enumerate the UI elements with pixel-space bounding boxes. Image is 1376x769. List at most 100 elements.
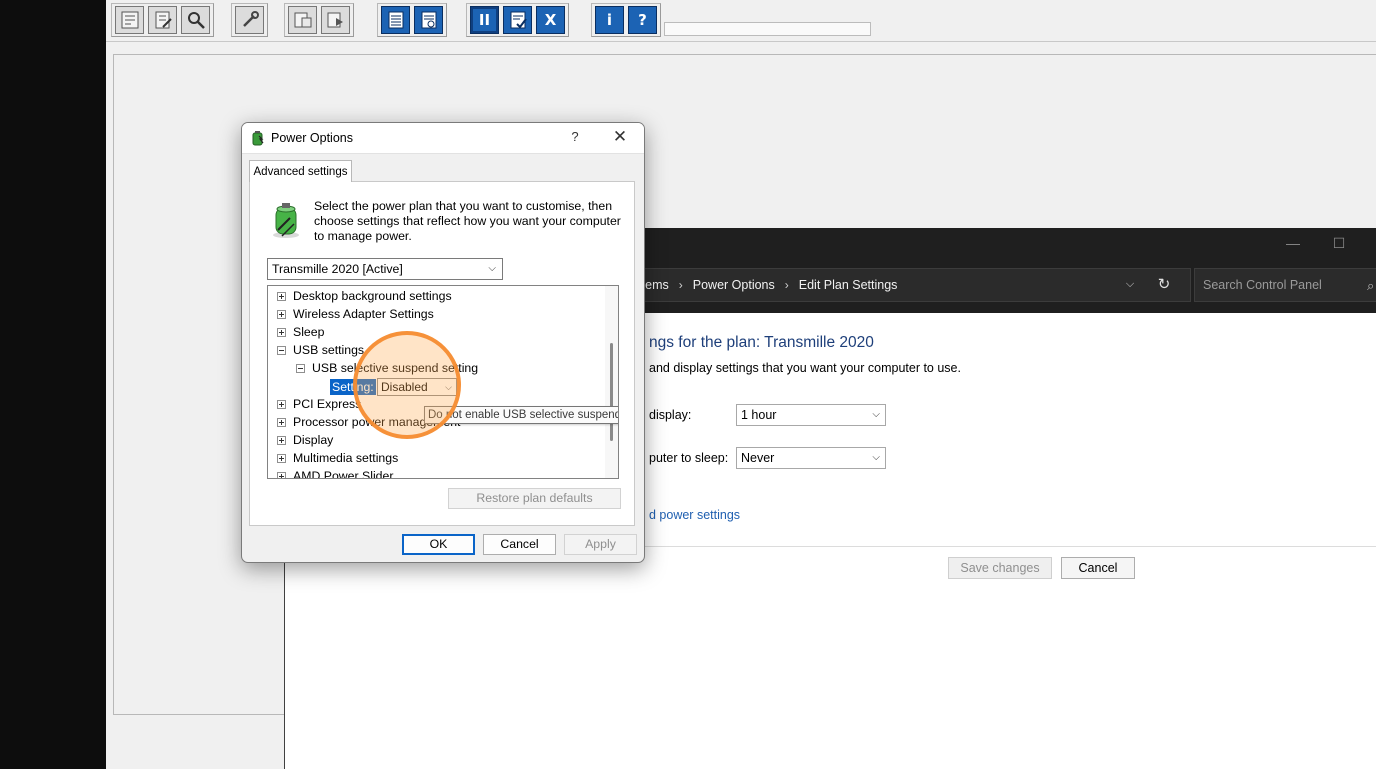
tree-item-label: Desktop background settings: [293, 289, 452, 303]
toolbar-group-help: i ?: [591, 3, 661, 37]
help-icon[interactable]: ?: [565, 129, 585, 144]
sleep-value: Never: [741, 451, 775, 465]
breadcrumb-chevron-icon: ›: [784, 278, 789, 292]
tree-scrollbar[interactable]: [605, 286, 618, 478]
settings-list-icon: [421, 11, 436, 29]
tab-advanced-settings[interactable]: Advanced settings: [249, 160, 352, 182]
tree-item-label: PCI Express: [293, 397, 362, 411]
tree-item-amd-power-slider[interactable]: AMD Power Slider: [268, 467, 598, 479]
tree-item-label: Multimedia settings: [293, 451, 399, 465]
sleep-label: puter to sleep:: [649, 451, 729, 465]
toolbar-group-run: II X: [466, 3, 569, 37]
search-button[interactable]: [181, 6, 210, 34]
help-icon: ?: [638, 11, 647, 29]
magnifier-icon: [187, 12, 205, 29]
close-x-icon: X: [544, 11, 557, 29]
export-button[interactable]: [288, 6, 317, 34]
list-icon: [388, 11, 403, 29]
chevron-down-icon[interactable]: ⌵: [1119, 278, 1141, 291]
info-icon: i: [606, 11, 613, 29]
plan-heading: ngs for the plan: Transmille 2020: [649, 334, 874, 351]
pause-button[interactable]: II: [470, 6, 499, 34]
toolbar-group-export: [284, 3, 354, 37]
battery-icon: [273, 203, 299, 238]
sleep-select[interactable]: Never ⌵: [736, 447, 886, 469]
tools-button[interactable]: [235, 6, 264, 34]
expand-plus-icon[interactable]: [277, 310, 286, 319]
tree-item-wireless-adapter[interactable]: Wireless Adapter Settings: [268, 305, 598, 323]
report-icon: [121, 11, 138, 29]
edit-report-button[interactable]: [148, 6, 177, 34]
expand-plus-icon[interactable]: [277, 454, 286, 463]
turn-off-display-label: display:: [649, 408, 692, 422]
wrench-icon: [242, 11, 259, 27]
expand-plus-icon[interactable]: [277, 400, 286, 409]
breadcrumb-edit-plan-settings[interactable]: Edit Plan Settings: [799, 278, 898, 292]
dialog-title: Power Options: [271, 131, 353, 145]
power-options-dialog: Power Options ? ✕ Advanced settings Sele…: [241, 122, 645, 563]
help-button[interactable]: ?: [628, 6, 657, 34]
refresh-icon[interactable]: ↻: [1153, 276, 1175, 294]
minimize-icon[interactable]: —: [1281, 232, 1305, 254]
turn-off-display-select[interactable]: 1 hour ⌵: [736, 404, 886, 426]
toolbar-group-tools: [231, 3, 268, 37]
collapse-minus-icon[interactable]: [296, 364, 305, 373]
toolbar-group-reports: [111, 3, 214, 37]
edit-report-icon: [155, 11, 172, 29]
search-control-panel-input[interactable]: [1194, 268, 1376, 302]
dialog-titlebar: Power Options ? ✕: [242, 123, 644, 154]
apply-button[interactable]: Apply: [564, 534, 637, 555]
plan-subtext: and display settings that you want your …: [649, 361, 961, 375]
breadcrumb-power-options[interactable]: Power Options: [693, 278, 775, 292]
address-bar[interactable]: el Items › Power Options › Edit Plan Set…: [625, 268, 1191, 302]
tree-item-desktop-background[interactable]: Desktop background settings: [268, 287, 598, 305]
power-options-icon: [252, 131, 264, 146]
toolbar-progress-field: [664, 22, 871, 36]
export-icon: [294, 12, 311, 28]
tree-item-display[interactable]: Display: [268, 431, 598, 449]
expand-plus-icon[interactable]: [277, 436, 286, 445]
maximize-icon[interactable]: ☐: [1327, 232, 1351, 254]
tree-scrollbar-thumb[interactable]: [610, 343, 613, 441]
chevron-down-icon: ⌵: [872, 409, 880, 420]
power-plan-value: Transmille 2020 [Active]: [272, 262, 403, 276]
chevron-down-icon: ⌵: [488, 263, 496, 274]
tree-item-label: Sleep: [293, 325, 325, 339]
expand-plus-icon[interactable]: [277, 472, 286, 478]
close-icon[interactable]: ✕: [609, 127, 631, 147]
left-dark-strip: [0, 0, 106, 769]
forward-button[interactable]: [321, 6, 350, 34]
toolbar-group-lists: [377, 3, 447, 37]
cp-cancel-button[interactable]: Cancel: [1061, 557, 1135, 579]
list-button[interactable]: [381, 6, 410, 34]
expand-plus-icon[interactable]: [277, 328, 286, 337]
tree-item-label: Display: [293, 433, 334, 447]
stop-button[interactable]: X: [536, 6, 565, 34]
breadcrumb-chevron-icon: ›: [678, 278, 683, 292]
checklist-icon: [510, 11, 527, 29]
expand-plus-icon[interactable]: [277, 418, 286, 427]
cancel-button[interactable]: Cancel: [483, 534, 556, 555]
save-changes-button[interactable]: Save changes: [948, 557, 1052, 579]
tree-item-multimedia[interactable]: Multimedia settings: [268, 449, 598, 467]
settings-list-button[interactable]: [414, 6, 443, 34]
advanced-power-settings-link[interactable]: d power settings: [649, 508, 740, 522]
turn-off-display-value: 1 hour: [741, 408, 777, 422]
ok-button[interactable]: OK: [402, 534, 475, 555]
forward-icon: [327, 12, 343, 28]
collapse-minus-icon[interactable]: [277, 346, 286, 355]
info-button[interactable]: i: [595, 6, 624, 34]
checklist-button[interactable]: [503, 6, 532, 34]
expand-plus-icon[interactable]: [277, 292, 286, 301]
tree-item-label: Wireless Adapter Settings: [293, 307, 434, 321]
search-icon[interactable]: ⌕: [1367, 278, 1374, 294]
dialog-description: Select the power plan that you want to c…: [314, 199, 621, 244]
tree-item-label: AMD Power Slider: [293, 469, 394, 479]
click-highlight-marker: [353, 331, 461, 439]
power-plan-select[interactable]: Transmille 2020 [Active] ⌵: [267, 258, 503, 280]
restore-plan-defaults-button[interactable]: Restore plan defaults: [448, 488, 621, 509]
host-toolbar: II X i ?: [106, 0, 1376, 42]
divider: [625, 546, 1376, 547]
chevron-down-icon: ⌵: [872, 452, 880, 463]
report-button[interactable]: [115, 6, 144, 34]
